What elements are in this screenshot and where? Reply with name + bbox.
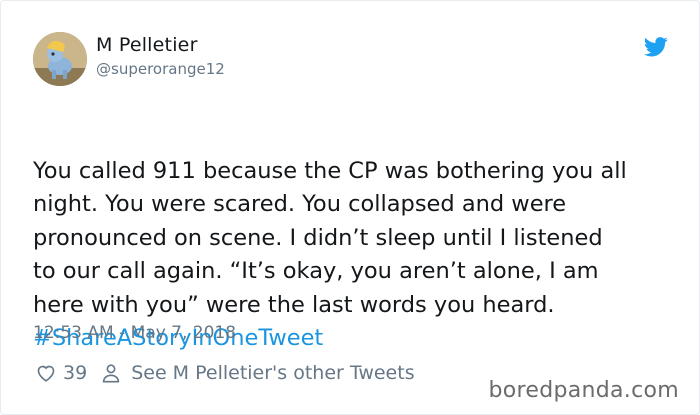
author-handle[interactable]: @superorange12 [96,60,225,78]
twitter-bird-icon[interactable] [644,37,668,57]
person-icon[interactable] [99,361,123,385]
author-name[interactable]: M Pelletier [96,34,198,56]
avatar[interactable] [33,32,87,86]
other-tweets-link[interactable]: See M Pelletier's other Tweets [131,362,414,384]
tweet-text: You called 911 because the CP was bother… [33,121,673,389]
tweet-body: You called 911 because the CP was bother… [33,157,627,318]
tweet-timestamp[interactable]: 12:53 AM - May 7, 2018 [33,323,236,343]
watermark: boredpanda.com [488,378,679,403]
heart-icon[interactable] [34,361,58,385]
tweet-card: M Pelletier @superorange12 You called 91… [0,0,700,415]
like-count[interactable]: 39 [63,362,87,384]
tweet-actions: 39 See M Pelletier's other Tweets [34,360,415,386]
